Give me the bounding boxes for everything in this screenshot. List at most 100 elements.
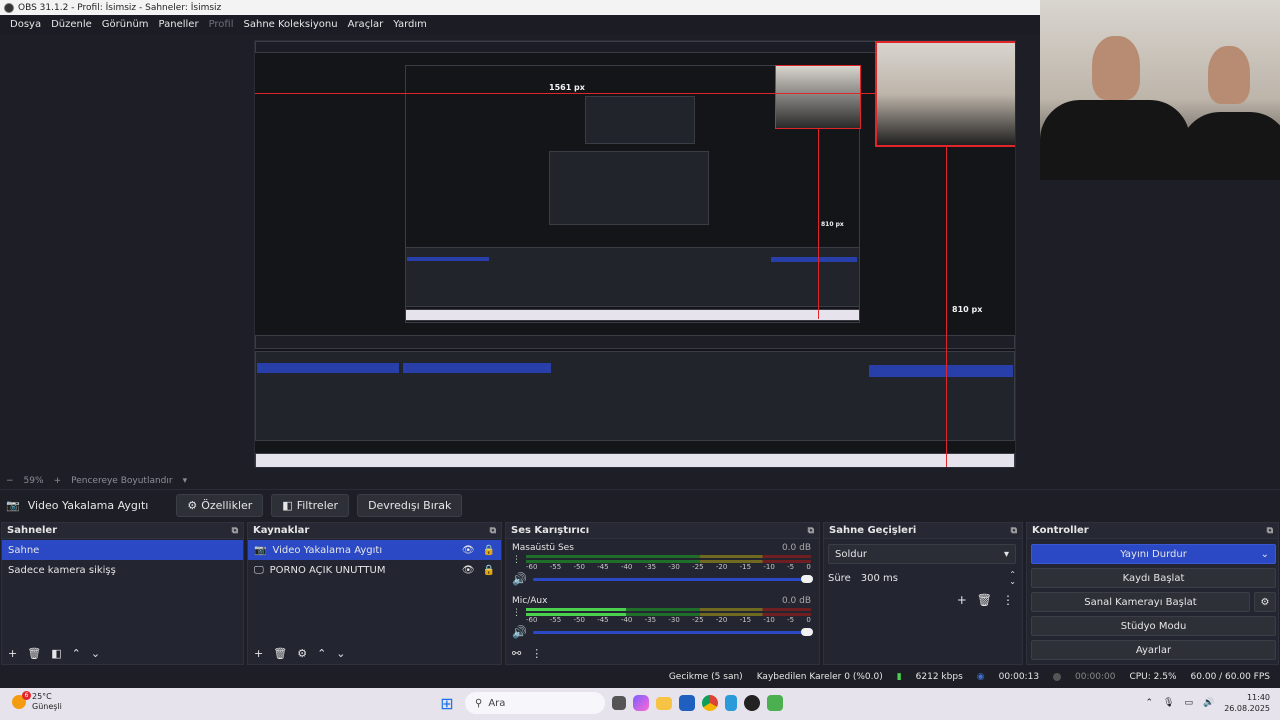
kebab-icon[interactable]: ⋮ xyxy=(531,647,542,660)
task-view-icon[interactable] xyxy=(612,696,626,710)
menu-sahne-koleksiyonu[interactable]: Sahne Koleksiyonu xyxy=(239,19,343,30)
meter-tick-label: -60 xyxy=(526,616,538,624)
chevron-up-icon[interactable]: ⌃ xyxy=(72,647,81,660)
trash-icon[interactable]: 🗑 xyxy=(273,647,287,660)
preview-canvas[interactable]: 1561 px 810 px 810 px xyxy=(254,40,1016,468)
volume-icon[interactable]: 🔊 xyxy=(1203,698,1214,708)
dock-float-icon[interactable]: ⧉ xyxy=(1267,526,1273,536)
chevron-down-icon[interactable]: ▾ xyxy=(183,476,188,486)
menu-gorunum[interactable]: Görünüm xyxy=(97,19,154,30)
volume-slider[interactable] xyxy=(532,627,813,636)
link-icon[interactable]: ⚯ xyxy=(512,647,521,660)
trash-icon[interactable]: 🗑 xyxy=(977,593,992,607)
stop-stream-label: Yayını Durdur xyxy=(1120,548,1187,560)
menu-duzenle[interactable]: Düzenle xyxy=(46,19,97,30)
add-icon[interactable]: + xyxy=(8,647,17,660)
dock-float-icon[interactable]: ⧉ xyxy=(808,526,814,536)
dock-float-icon[interactable]: ⧉ xyxy=(232,526,238,536)
sun-icon: 6 xyxy=(12,691,31,709)
captured-stream-button xyxy=(869,365,1013,377)
store-icon[interactable] xyxy=(679,695,695,711)
microphone-icon[interactable]: 🎙 xyxy=(1163,698,1174,708)
search-icon: ⚲ xyxy=(475,697,483,709)
zoom-out-button[interactable]: − xyxy=(6,476,14,486)
volume-slider[interactable] xyxy=(532,574,813,583)
source-item[interactable]: 📷 Video Yakalama Aygıtı 👁 🔒 xyxy=(248,540,501,560)
kebab-icon[interactable]: ⋮ xyxy=(512,555,521,565)
add-icon[interactable]: + xyxy=(957,593,967,607)
lock-icon[interactable]: 🔒 xyxy=(483,545,495,556)
preview-area[interactable]: 1561 px 810 px 810 px xyxy=(0,33,1040,473)
eye-icon[interactable]: 👁 xyxy=(462,565,475,576)
transition-select[interactable]: Soldur ▾ xyxy=(828,544,1016,564)
copilot-icon[interactable] xyxy=(633,695,649,711)
bitrate: 6212 kbps xyxy=(915,672,963,682)
menu-yardim[interactable]: Yardım xyxy=(388,19,432,30)
fit-to-window[interactable]: Pencereye Boyutlandır xyxy=(71,476,172,486)
chevron-down-icon[interactable]: ⌄ xyxy=(336,647,345,660)
scenes-dock: Sahneler ⧉ Sahne Sadece kamera sikişş + … xyxy=(1,522,244,665)
taskbar-search[interactable]: ⚲ Ara xyxy=(465,692,605,714)
start-record-button[interactable]: Kaydı Başlat xyxy=(1031,568,1276,588)
filters-button[interactable]: ◧ Filtreler xyxy=(271,494,350,517)
volume-knob[interactable] xyxy=(801,627,813,636)
windows-start-icon[interactable]: ⊞ xyxy=(436,692,458,714)
chrome-icon[interactable] xyxy=(702,695,718,711)
lock-icon[interactable]: 🔒 xyxy=(483,565,495,576)
meter-tick-label: -25 xyxy=(692,616,704,624)
menu-araclar[interactable]: Araçlar xyxy=(343,19,389,30)
display-icon[interactable]: ▭ xyxy=(1184,698,1193,708)
chevron-up-icon[interactable]: ⌃ xyxy=(317,647,326,660)
captured-taskbar xyxy=(255,453,1015,467)
duration-input[interactable]: 300 ms xyxy=(861,573,1000,584)
sources-list: 📷 Video Yakalama Aygıtı 👁 🔒 🖵 PORNO AÇIK UN… xyxy=(248,540,501,642)
weather-widget[interactable]: 6 25°C Güneşli xyxy=(12,691,62,712)
clock[interactable]: 11:40 26.08.2025 xyxy=(1224,692,1270,714)
chevron-up-icon[interactable]: ⌃ xyxy=(1145,698,1153,708)
spin-icon[interactable]: ⌃ ⌄ xyxy=(1009,571,1016,586)
add-icon[interactable]: + xyxy=(254,647,263,660)
camera-icon: 📷 xyxy=(6,499,20,512)
selection-box[interactable] xyxy=(875,41,1015,147)
scenes-list: Sahne Sadece kamera sikişş xyxy=(2,540,243,642)
meter-tick-label: -30 xyxy=(668,563,680,571)
virtual-camera-settings-button[interactable]: ⚙ xyxy=(1254,592,1276,612)
virtual-camera-button[interactable]: Sanal Kamerayı Başlat xyxy=(1031,592,1250,612)
notepad-icon[interactable] xyxy=(725,695,737,711)
menu-paneller[interactable]: Paneller xyxy=(154,19,204,30)
kebab-icon[interactable]: ⋮ xyxy=(1002,593,1014,607)
menu-dosya[interactable]: Dosya xyxy=(5,19,46,30)
studio-mode-button[interactable]: Stüdyo Modu xyxy=(1031,616,1276,636)
scene-item[interactable]: Sadece kamera sikişş xyxy=(2,560,243,580)
chevron-down-icon[interactable]: ⌄ xyxy=(1261,549,1269,560)
file-explorer-icon[interactable] xyxy=(656,696,672,710)
properties-button[interactable]: ⚙ Özellikler xyxy=(176,494,264,517)
app-icon[interactable] xyxy=(767,695,783,711)
camera-icon: 📷 xyxy=(254,544,267,556)
deactivate-button[interactable]: Devredışı Bırak xyxy=(357,494,463,517)
trash-icon[interactable]: 🗑 xyxy=(27,647,41,660)
obs-taskbar-icon[interactable] xyxy=(744,695,760,711)
zoom-in-button[interactable]: + xyxy=(54,476,62,486)
duration-label: Süre xyxy=(828,572,851,584)
nested-docks xyxy=(405,247,860,307)
volume-knob[interactable] xyxy=(801,574,813,583)
settings-button[interactable]: Ayarlar xyxy=(1031,640,1276,660)
filter-icon[interactable]: ◧ xyxy=(51,647,61,660)
speaker-icon[interactable]: 🔊 xyxy=(512,625,527,639)
source-item[interactable]: 🖵 PORNO AÇIK UNUTTUM 👁 🔒 xyxy=(248,560,501,580)
chevron-down-icon[interactable]: ⌄ xyxy=(91,647,100,660)
scene-item[interactable]: Sahne xyxy=(2,540,243,560)
windows-taskbar: 6 25°C Güneşli ⊞ ⚲ Ara ⌃ 🎙 ▭ 🔊 11:40 26.… xyxy=(0,688,1280,720)
meter-ticks: -60 -55 -50 -45 -40 -35 -30 -25 -20 -15 -10 -5 0 xyxy=(526,563,811,573)
cpu-usage: CPU: 2.5% xyxy=(1129,672,1177,682)
volume-row: 🔊 xyxy=(512,572,813,586)
kebab-icon[interactable]: ⋮ xyxy=(512,608,521,618)
dock-float-icon[interactable]: ⧉ xyxy=(490,526,496,536)
dock-float-icon[interactable]: ⧉ xyxy=(1011,526,1017,536)
start-record-label: Kaydı Başlat xyxy=(1122,572,1185,584)
speaker-icon[interactable]: 🔊 xyxy=(512,572,527,586)
stop-stream-button[interactable]: Yayını Durdur ⌄ xyxy=(1031,544,1276,564)
eye-icon[interactable]: 👁 xyxy=(462,545,475,556)
gear-icon[interactable]: ⚙ xyxy=(297,647,307,660)
